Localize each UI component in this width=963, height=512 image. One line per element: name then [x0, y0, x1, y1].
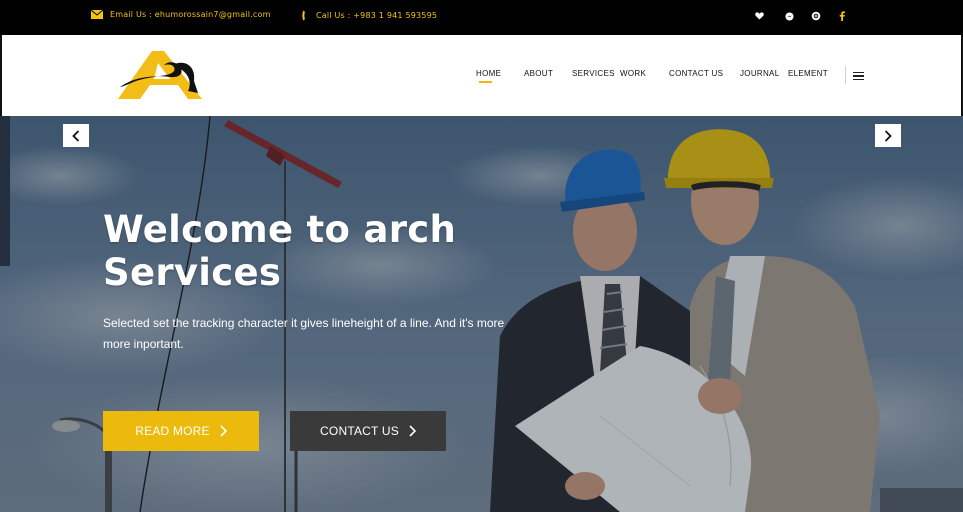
- contact-us-label: CONTACT US: [320, 424, 399, 438]
- nav-element[interactable]: ELEMENT: [788, 69, 828, 78]
- site-header: HOME ABOUT SERVICES WORK CONTACT US JOUR…: [0, 35, 963, 116]
- heart-icon[interactable]: [753, 10, 765, 22]
- hero-title: Welcome to arch Services: [103, 208, 457, 294]
- chevron-left-icon: [72, 129, 80, 142]
- envelope-icon: [91, 10, 103, 19]
- nav-about[interactable]: ABOUT: [524, 69, 553, 78]
- nav-work[interactable]: WORK: [620, 69, 646, 78]
- chevron-right-icon: [409, 425, 416, 437]
- site-logo[interactable]: [114, 47, 206, 103]
- slider-prev-button[interactable]: [63, 124, 89, 147]
- read-more-button[interactable]: READ MORE: [103, 411, 259, 451]
- read-more-label: READ MORE: [135, 424, 210, 438]
- globe-icon[interactable]: [810, 10, 822, 22]
- contact-us-button[interactable]: CONTACT US: [290, 411, 446, 451]
- chevron-right-icon: [884, 129, 892, 142]
- messenger-icon[interactable]: [783, 10, 795, 22]
- top-bar: Email Us : ehumorossain7@gmail.com Call …: [0, 0, 963, 35]
- facebook-icon[interactable]: [836, 10, 848, 22]
- email-contact[interactable]: Email Us : ehumorossain7@gmail.com: [91, 10, 271, 19]
- nav-journal[interactable]: JOURNAL: [740, 69, 779, 78]
- hero-slider: Welcome to arch Services Selected set th…: [0, 116, 963, 512]
- nav-services[interactable]: SERVICES: [572, 69, 615, 78]
- nav-divider: [845, 66, 846, 84]
- nav-contact-us[interactable]: CONTACT US: [669, 69, 723, 78]
- phone-contact[interactable]: Call Us : +983 1 941 593595: [302, 10, 437, 21]
- chevron-right-icon: [220, 425, 227, 437]
- hero-subtitle: Selected set the tracking character it g…: [103, 316, 505, 351]
- phone-text: Call Us : +983 1 941 593595: [316, 11, 438, 20]
- email-text: Email Us : ehumorossain7@gmail.com: [110, 10, 271, 19]
- hamburger-menu-icon[interactable]: [853, 72, 864, 80]
- nav-home[interactable]: HOME: [476, 69, 501, 83]
- phone-icon: [302, 10, 305, 21]
- slider-next-button[interactable]: [875, 124, 901, 147]
